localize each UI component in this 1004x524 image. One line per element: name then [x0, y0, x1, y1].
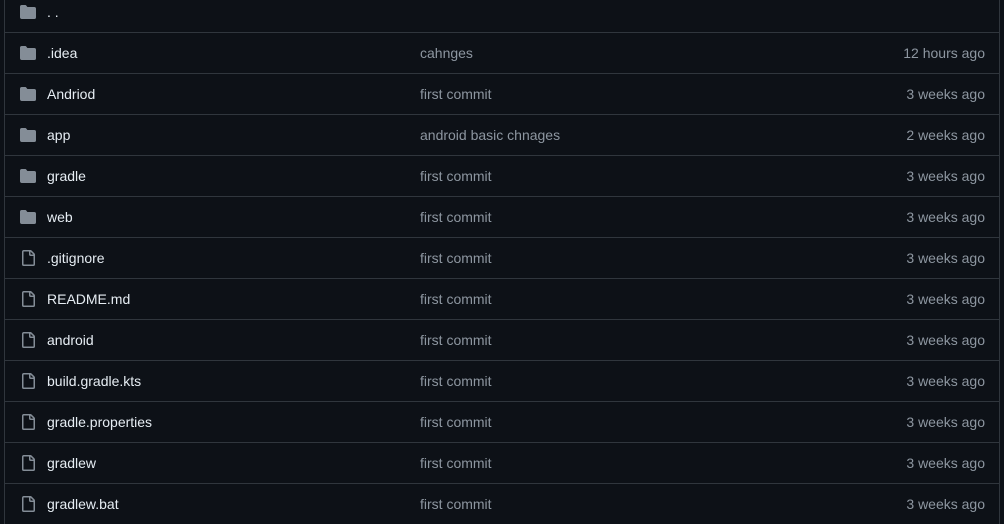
commit-age: 3 weeks ago [906, 291, 985, 307]
file-row[interactable]: gradle first commit 3 weeks ago [5, 155, 999, 196]
commit-age: 2 weeks ago [906, 127, 985, 143]
file-name-link[interactable]: web [47, 209, 73, 225]
file-icon [20, 496, 36, 512]
file-icon [20, 291, 36, 307]
file-row[interactable]: web first commit 3 weeks ago [5, 196, 999, 237]
file-list-table: . . .idea cahnges 12 hours ago Andriod first… [4, 0, 1000, 524]
file-row[interactable]: gradlew.bat first commit 3 weeks ago [5, 483, 999, 524]
parent-directory-link[interactable]: . . [47, 4, 59, 20]
folder-icon [20, 127, 36, 143]
file-row[interactable]: gradlew first commit 3 weeks ago [5, 442, 999, 483]
commit-message-link[interactable]: first commit [420, 455, 492, 471]
commit-message-link[interactable]: first commit [420, 373, 492, 389]
file-name-link[interactable]: gradle [47, 168, 86, 184]
file-row[interactable]: .gitignore first commit 3 weeks ago [5, 237, 999, 278]
file-name-link[interactable]: .idea [47, 45, 77, 61]
file-icon [20, 250, 36, 266]
commit-message-link[interactable]: first commit [420, 291, 492, 307]
file-name-link[interactable]: android [47, 332, 94, 348]
commit-message-link[interactable]: first commit [420, 168, 492, 184]
file-icon [20, 455, 36, 471]
file-icon [20, 414, 36, 430]
file-name-link[interactable]: gradlew.bat [47, 496, 119, 512]
commit-age: 3 weeks ago [906, 86, 985, 102]
file-name-link[interactable]: build.gradle.kts [47, 373, 141, 389]
commit-message-link[interactable]: first commit [420, 332, 492, 348]
file-row[interactable]: app android basic chnages 2 weeks ago [5, 114, 999, 155]
commit-message-link[interactable]: cahnges [420, 45, 473, 61]
commit-age: 3 weeks ago [906, 455, 985, 471]
commit-age: 3 weeks ago [906, 168, 985, 184]
commit-message-link[interactable]: android basic chnages [420, 127, 560, 143]
file-name-link[interactable]: README.md [47, 291, 130, 307]
commit-age: 3 weeks ago [906, 332, 985, 348]
commit-age: 3 weeks ago [906, 250, 985, 266]
folder-icon [20, 4, 36, 20]
folder-icon [20, 209, 36, 225]
commit-age: 3 weeks ago [906, 496, 985, 512]
file-row[interactable]: Andriod first commit 3 weeks ago [5, 73, 999, 114]
file-row[interactable]: gradle.properties first commit 3 weeks ago [5, 401, 999, 442]
commit-age: 12 hours ago [903, 45, 985, 61]
file-name-link[interactable]: gradlew [47, 455, 96, 471]
commit-age: 3 weeks ago [906, 414, 985, 430]
parent-directory-row[interactable]: . . [5, 0, 999, 32]
commit-age: 3 weeks ago [906, 209, 985, 225]
file-icon [20, 373, 36, 389]
commit-message-link[interactable]: first commit [420, 250, 492, 266]
file-row[interactable]: .idea cahnges 12 hours ago [5, 32, 999, 73]
commit-message-link[interactable]: first commit [420, 86, 492, 102]
file-row[interactable]: android first commit 3 weeks ago [5, 319, 999, 360]
file-row[interactable]: README.md first commit 3 weeks ago [5, 278, 999, 319]
file-name-link[interactable]: .gitignore [47, 250, 105, 266]
file-name-link[interactable]: app [47, 127, 70, 143]
file-name-link[interactable]: gradle.properties [47, 414, 152, 430]
file-row[interactable]: build.gradle.kts first commit 3 weeks ago [5, 360, 999, 401]
file-icon [20, 332, 36, 348]
commit-age: 3 weeks ago [906, 373, 985, 389]
folder-icon [20, 168, 36, 184]
commit-message-link[interactable]: first commit [420, 496, 492, 512]
commit-message-link[interactable]: first commit [420, 414, 492, 430]
commit-message-link[interactable]: first commit [420, 209, 492, 225]
folder-icon [20, 45, 36, 61]
file-name-link[interactable]: Andriod [47, 86, 95, 102]
folder-icon [20, 86, 36, 102]
